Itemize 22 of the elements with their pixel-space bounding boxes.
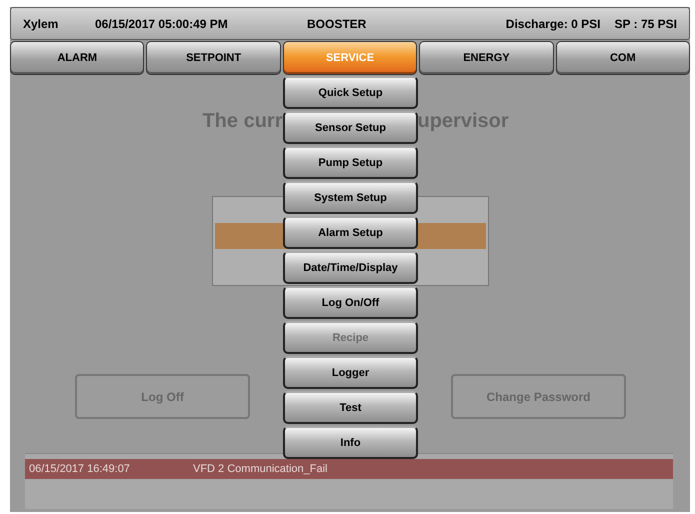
menu-item[interactable]: Alarm Setup	[283, 216, 418, 249]
brand-label: Xylem	[23, 16, 60, 30]
alarm-row[interactable]: 06/15/2017 16:49:07 VFD 2 Communication_Fail	[25, 459, 673, 479]
screen-title: BOOSTER	[307, 16, 366, 30]
menu-item[interactable]: Date/Time/Display	[283, 251, 418, 284]
menu-item[interactable]: Test	[283, 391, 418, 424]
menu-item[interactable]: Quick Setup	[283, 76, 418, 109]
menu-item[interactable]: Info	[283, 426, 418, 459]
menu-item[interactable]: Sensor Setup	[283, 111, 418, 144]
discharge-label: Discharge: 0 PSI	[506, 16, 601, 30]
menu-item[interactable]: Pump Setup	[283, 146, 418, 179]
datetime-label: 06/15/2017 05:00:49 PM	[95, 16, 229, 30]
nav-tab[interactable]: COM	[556, 41, 690, 75]
menu-item[interactable]: Logger	[283, 356, 418, 389]
nav-tab[interactable]: ENERGY	[419, 41, 554, 75]
nav-tab[interactable]: ALARM	[10, 41, 144, 75]
alarm-message: VFD 2 Communication_Fail	[192, 463, 328, 475]
menu-item[interactable]: System Setup	[283, 181, 418, 214]
nav-tab[interactable]: SETPOINT	[146, 41, 281, 75]
menu-item[interactable]: Log On/Off	[283, 286, 418, 319]
alarm-time: 06/15/2017 16:49:07	[28, 463, 131, 475]
setpoint-label: SP : 75 PSI	[614, 16, 677, 30]
